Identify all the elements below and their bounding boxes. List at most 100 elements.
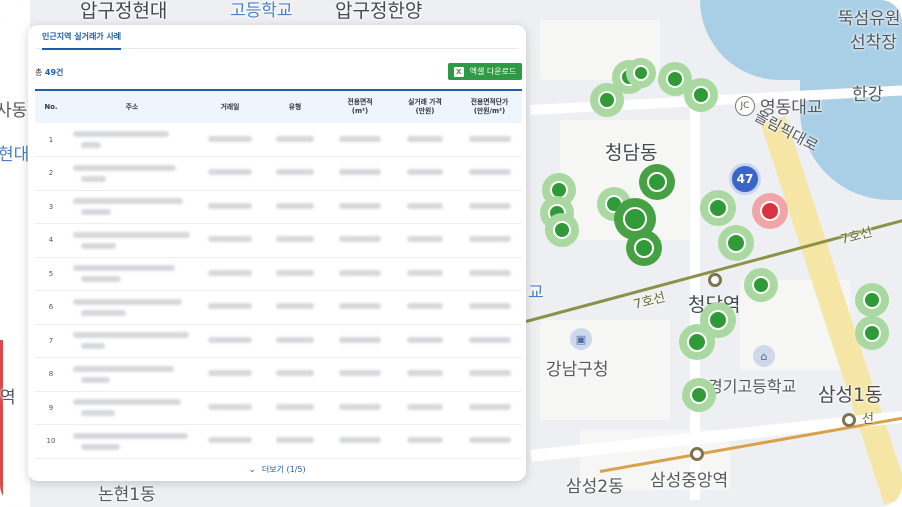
- redacted-cell: [393, 156, 457, 191]
- table-row[interactable]: 7: [35, 324, 522, 358]
- row-number: 10: [35, 424, 67, 459]
- transaction-marker[interactable]: [639, 164, 675, 200]
- redacted-cell: [457, 357, 522, 392]
- redacted-text: [407, 437, 443, 444]
- redacted-cell: [197, 123, 263, 157]
- transaction-marker[interactable]: [626, 58, 656, 88]
- redacted-cell: [457, 391, 522, 425]
- redacted-text: [73, 365, 174, 372]
- transaction-marker[interactable]: [684, 78, 718, 112]
- redacted-text: [276, 169, 314, 176]
- transaction-marker[interactable]: [855, 283, 889, 317]
- table-row[interactable]: 10: [35, 424, 522, 459]
- load-more-label: 더보기 (1/5): [261, 465, 306, 474]
- transaction-marker[interactable]: [718, 225, 754, 261]
- redacted-cell: [393, 223, 457, 258]
- transaction-marker[interactable]: [626, 230, 662, 266]
- row-number: 8: [35, 357, 67, 392]
- redacted-text: [468, 169, 511, 176]
- redacted-text: [276, 303, 314, 310]
- redacted-cell: [393, 257, 457, 291]
- redacted-text: [339, 303, 381, 310]
- redacted-cell: [327, 391, 393, 425]
- redacted-cell: [263, 357, 327, 392]
- redacted-text: [276, 403, 314, 410]
- count-prefix: 총: [35, 68, 45, 77]
- selected-property-marker[interactable]: [752, 193, 788, 229]
- station-icon[interactable]: [842, 413, 856, 427]
- redacted-cell: [263, 290, 327, 325]
- row-number: 5: [35, 257, 67, 291]
- map-label: 교: [528, 283, 544, 303]
- redacted-cell: [327, 257, 393, 291]
- table-row[interactable]: 5: [35, 257, 522, 291]
- table-row[interactable]: 9: [35, 391, 522, 425]
- table-row[interactable]: 4: [35, 223, 522, 258]
- redacted-text: [73, 131, 169, 137]
- redacted-text: [468, 236, 511, 243]
- load-more-button[interactable]: ⌄ 더보기 (1/5): [28, 464, 526, 475]
- redacted-cell: [263, 324, 327, 358]
- junction-icon: JC: [735, 96, 755, 116]
- row-number: 9: [35, 391, 67, 425]
- redacted-cell: [457, 424, 522, 459]
- row-number: 2: [35, 156, 67, 191]
- address-cell: [67, 391, 197, 425]
- count-value: 49건: [44, 68, 64, 77]
- redacted-cell: [197, 223, 263, 258]
- redacted-cell: [197, 324, 263, 358]
- transaction-marker[interactable]: [855, 316, 889, 350]
- redacted-text: [407, 135, 443, 142]
- map-label: 사동: [0, 101, 28, 121]
- tab-nearby-transactions[interactable]: 인근지역 실거래가 사례: [42, 31, 122, 50]
- cheongdam-station-icon[interactable]: [708, 273, 722, 287]
- redacted-text: [73, 198, 183, 205]
- redacted-text: [276, 135, 314, 142]
- redacted-cell: [457, 223, 522, 258]
- redacted-cell: [263, 223, 327, 258]
- redacted-cell: [197, 156, 263, 191]
- table-row[interactable]: 3: [35, 190, 522, 224]
- map-label: 논현1동: [98, 485, 156, 505]
- transaction-marker[interactable]: [545, 213, 579, 247]
- address-cell: [67, 424, 197, 459]
- redacted-text: [339, 236, 381, 243]
- excel-download-label: 엑셀 다운로드: [469, 67, 517, 76]
- redacted-text: [208, 135, 252, 142]
- redacted-text: [339, 403, 381, 410]
- table-row[interactable]: 2: [35, 156, 522, 191]
- station-icon[interactable]: [690, 447, 704, 461]
- redacted-text: [276, 236, 314, 243]
- redacted-cell: [263, 123, 327, 157]
- redacted-text: [73, 399, 181, 406]
- redacted-text: [468, 303, 511, 310]
- transaction-marker[interactable]: [682, 378, 716, 412]
- government-office-icon[interactable]: ▣: [570, 328, 592, 350]
- map-label: 강남구청: [546, 360, 609, 380]
- school-icon[interactable]: ⌂: [753, 345, 775, 367]
- map-label: 선: [862, 412, 874, 427]
- redacted-cell: [393, 324, 457, 358]
- redacted-text: [73, 432, 188, 439]
- table-row[interactable]: 6: [35, 290, 522, 325]
- transaction-marker[interactable]: [679, 324, 715, 360]
- redacted-cell: [457, 123, 522, 157]
- map-label: 현대: [0, 145, 30, 165]
- redacted-cell: [393, 357, 457, 392]
- redacted-text: [208, 370, 252, 377]
- transaction-marker[interactable]: [744, 268, 778, 302]
- column-header: 유형: [263, 89, 327, 123]
- redacted-text: [81, 309, 126, 316]
- excel-download-button[interactable]: X 엑셀 다운로드: [448, 63, 522, 80]
- redacted-text: [276, 269, 314, 276]
- redacted-text: [276, 202, 314, 209]
- map-label: 경기고등학교: [708, 377, 797, 396]
- redacted-cell: [263, 391, 327, 425]
- table-row[interactable]: 1: [35, 123, 522, 157]
- transaction-panel: 인근지역 실거래가 사례 총 49건 X 엑셀 다운로드 No. 주소 거래일 유형 전…: [28, 25, 526, 481]
- result-count: 총 49건: [35, 67, 63, 78]
- table-row[interactable]: 8: [35, 357, 522, 392]
- redacted-cell: [393, 190, 457, 224]
- redacted-cell: [457, 156, 522, 191]
- transaction-marker[interactable]: [700, 190, 736, 226]
